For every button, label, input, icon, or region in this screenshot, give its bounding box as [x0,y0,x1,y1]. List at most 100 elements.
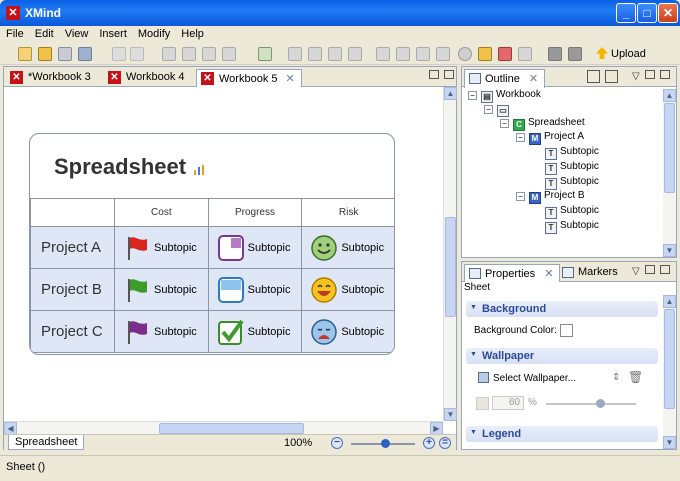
cut-icon[interactable] [162,47,176,61]
note-icon[interactable] [478,47,492,61]
scroll-down-icon[interactable]: ▼ [663,244,676,257]
sheet-tab-spreadsheet[interactable]: Spreadsheet [8,435,85,450]
outline-scrollbar[interactable]: ▲ ▼ [663,89,676,257]
table-cell[interactable]: Subtopic [207,226,303,269]
print-icon[interactable] [78,47,92,61]
insert-image-icon[interactable] [258,47,272,61]
collapse-icon[interactable]: − [500,119,509,128]
insert-topic-icon[interactable] [288,47,302,61]
delete-icon[interactable] [222,47,236,61]
table-cell[interactable]: Subtopic [301,310,394,353]
paste-icon[interactable] [202,47,216,61]
maximize-panel-icon[interactable] [659,70,670,79]
menu-file[interactable]: File [0,26,29,40]
tree-node-subtopic[interactable]: T Subtopic [545,146,599,160]
close-button[interactable]: ✕ [658,3,678,23]
editor-horizontal-scrollbar[interactable]: ◀ ▶ [4,421,443,435]
outline-tree-icon[interactable] [605,70,618,83]
tab-close-icon[interactable]: ✕ [544,268,553,280]
tab-workbook-3[interactable]: ✕ *Workbook 3 [6,69,97,87]
properties-scrollbar[interactable]: ▲ ▼ [663,295,676,449]
outline-view-icon[interactable] [587,70,600,83]
table-cell[interactable]: Subtopic [301,268,394,311]
tree-node-sheet[interactable]: − ▭ [484,103,512,117]
trash-icon[interactable]: 🗑 [628,370,643,384]
tree-node-subtopic[interactable]: T Subtopic [545,220,599,234]
menu-view[interactable]: View [59,26,94,40]
scroll-thumb[interactable] [664,103,675,193]
scroll-up-icon[interactable]: ▲ [663,295,676,308]
zoom-fit-icon[interactable]: = [439,437,451,449]
hyperlink-icon[interactable] [498,47,512,61]
tree-node-subtopic[interactable]: T Subtopic [545,161,599,175]
minimize-button[interactable]: _ [616,3,636,23]
scroll-thumb[interactable] [159,423,304,434]
wallpaper-spinner-icon[interactable]: ⇕ [612,372,620,383]
tree-node-project-a[interactable]: − M Project A [516,131,584,145]
tab-workbook-5[interactable]: ✕ Workbook 5 ✕ [196,69,302,88]
zoom-slider[interactable] [351,439,415,448]
tab-properties[interactable]: Properties ✕ [464,264,561,283]
editor-vertical-scrollbar[interactable]: ▲ ▼ [443,87,457,421]
tab-workbook-4[interactable]: ✕ Workbook 4 [104,69,191,87]
boundary-icon[interactable] [396,47,410,61]
undo-icon[interactable] [112,47,126,61]
row-label-project-c[interactable]: Project C [30,310,115,353]
label-icon[interactable] [436,47,450,61]
insert-floating-icon[interactable] [328,47,342,61]
tree-node-project-b[interactable]: − M Project B [516,190,585,204]
drill-down-icon[interactable] [548,47,562,61]
menu-edit[interactable]: Edit [29,26,59,40]
table-cell[interactable]: Subtopic [114,226,209,269]
tree-node-subtopic[interactable]: T Subtopic [545,176,599,190]
zoom-in-icon[interactable]: + [423,437,435,449]
section-legend[interactable]: Legend [466,426,658,442]
collapse-icon[interactable]: − [516,192,525,201]
spreadsheet-title[interactable]: Spreadsheet [54,154,186,180]
summary-icon[interactable] [416,47,430,61]
maximize-panel-icon[interactable] [659,265,670,274]
scroll-down-icon[interactable]: ▼ [663,436,676,449]
redo-icon[interactable] [130,47,144,61]
maximize-button[interactable]: □ [637,3,657,23]
minimize-panel-icon[interactable] [644,70,655,79]
attachment-icon[interactable] [518,47,532,61]
new-workbook-icon[interactable] [18,47,32,61]
menu-help[interactable]: Help [175,26,209,40]
scroll-thumb[interactable] [445,217,456,317]
copy-icon[interactable] [182,47,196,61]
drill-up-icon[interactable] [568,47,582,61]
scroll-down-icon[interactable]: ▼ [444,408,457,421]
tab-outline[interactable]: Outline ✕ [464,69,546,88]
opacity-input[interactable]: 60 [492,396,524,410]
opacity-slider[interactable] [546,399,636,408]
menu-modify[interactable]: Modify [132,26,175,40]
select-wallpaper-button[interactable]: Select Wallpaper... [478,372,576,384]
maximize-panel-icon[interactable] [444,70,454,79]
collapse-icon[interactable]: − [468,91,477,100]
table-cell[interactable]: Subtopic [207,268,303,311]
insert-subtopic-icon[interactable] [308,47,322,61]
column-header-risk[interactable]: Risk [301,198,394,227]
minimize-panel-icon[interactable] [644,265,655,274]
save-icon[interactable] [58,47,72,61]
column-header-progress[interactable]: Progress [207,198,303,227]
menu-insert[interactable]: Insert [93,26,132,40]
zoom-slider-knob[interactable] [381,439,390,448]
row-label-project-b[interactable]: Project B [30,268,115,311]
row-label-project-a[interactable]: Project A [30,226,115,269]
tree-node-subtopic[interactable]: T Subtopic [545,205,599,219]
view-menu-icon[interactable]: ▽ [632,266,640,277]
table-cell[interactable]: Subtopic [301,226,394,269]
open-folder-icon[interactable] [38,47,52,61]
tab-close-icon[interactable]: ✕ [529,73,538,85]
insert-callout-icon[interactable] [348,47,362,61]
opacity-slider-knob[interactable] [596,399,605,408]
tree-node-spreadsheet[interactable]: − C Spreadsheet [500,117,585,131]
scroll-thumb[interactable] [664,309,675,409]
zoom-out-icon[interactable]: − [331,437,343,449]
spreadsheet-topic[interactable]: Spreadsheet Cost Progress Risk Project A [29,133,395,355]
scroll-up-icon[interactable]: ▲ [663,89,676,102]
table-cell[interactable]: Subtopic [207,310,303,353]
section-background[interactable]: Background [466,301,658,317]
